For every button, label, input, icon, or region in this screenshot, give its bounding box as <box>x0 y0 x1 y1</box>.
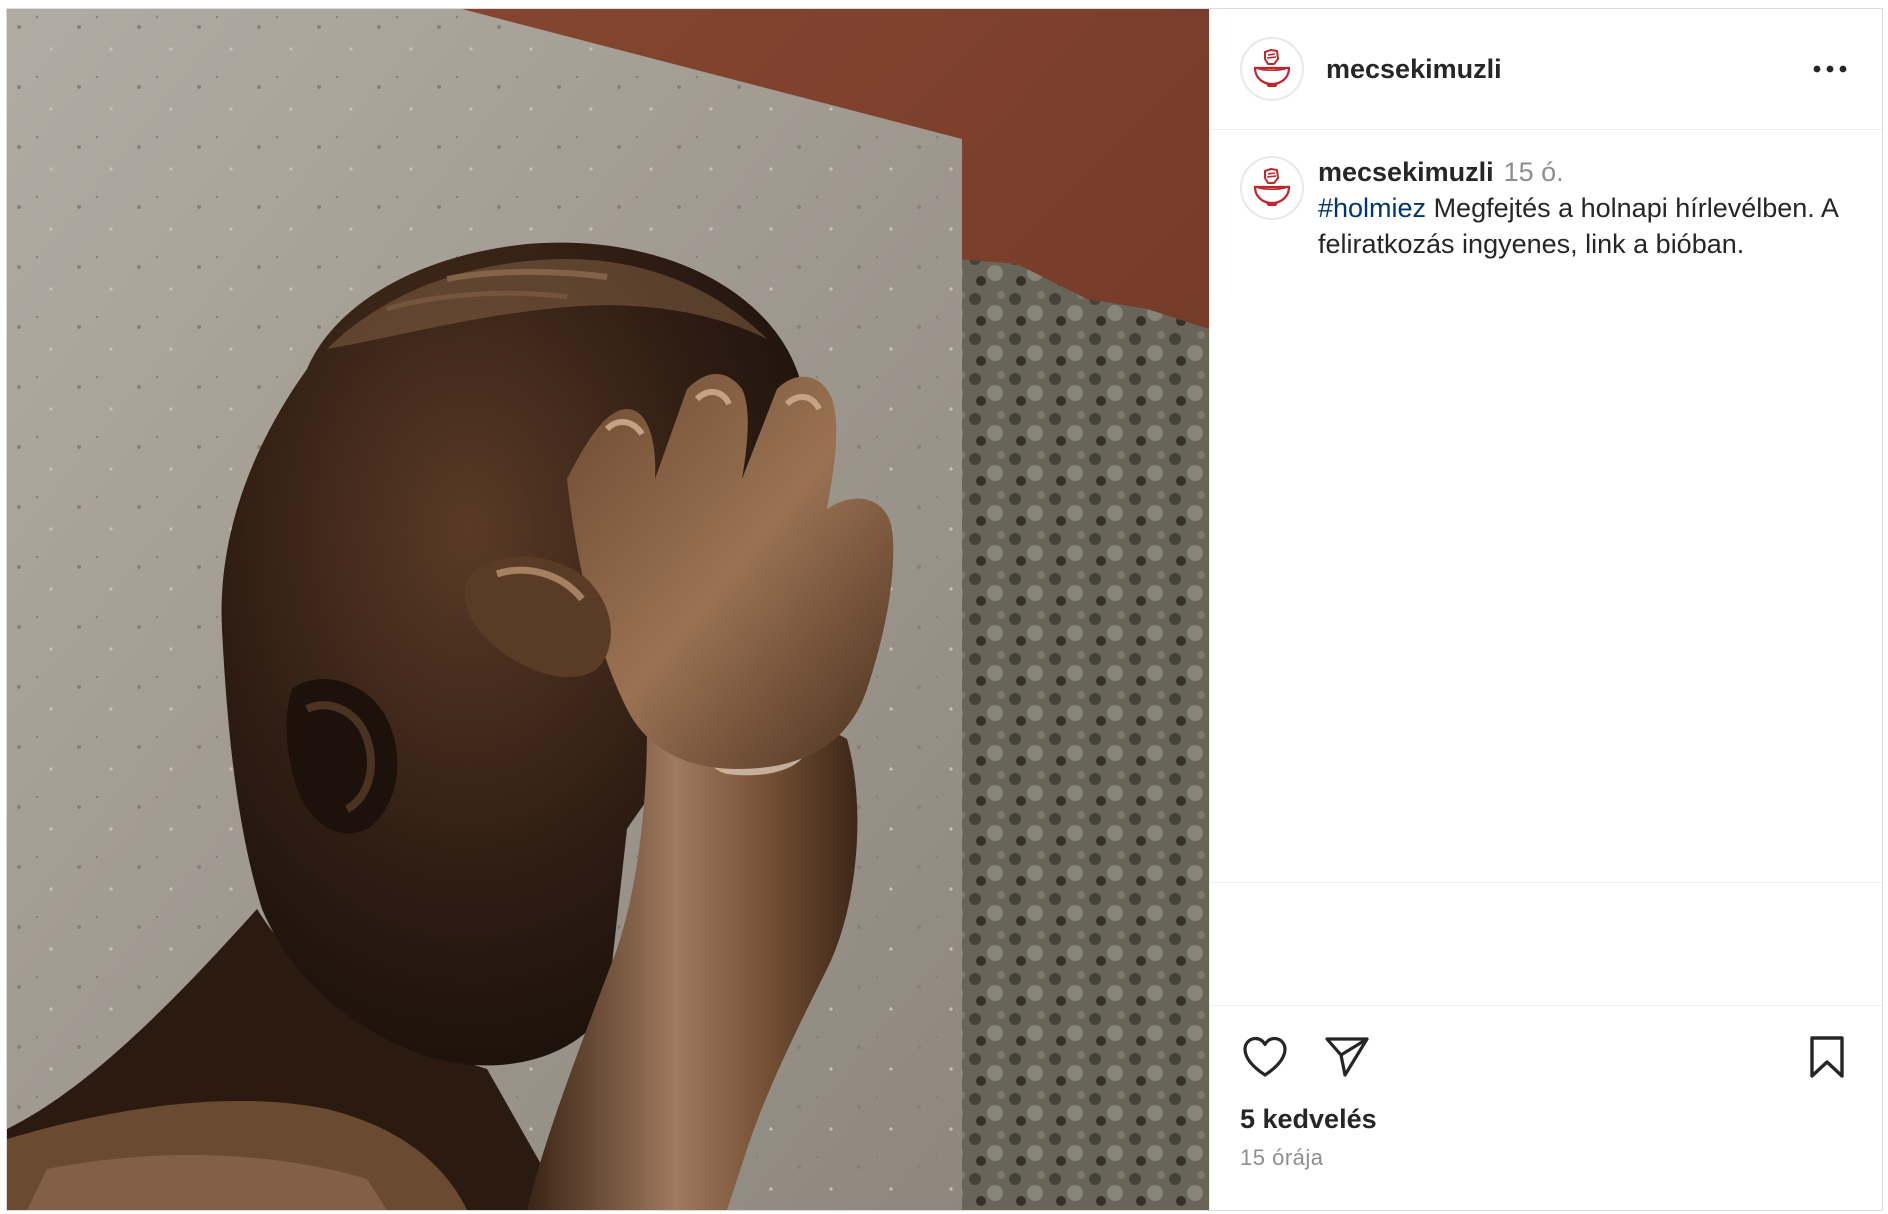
heart-icon <box>1243 1036 1287 1077</box>
caption-section: mecsekimuzli 15 ó. #holmiez Megfejtés a h… <box>1210 130 1882 882</box>
post-image[interactable] <box>7 9 1209 1210</box>
post-side-panel: mecsekimuzli mecsekimuzli 15 ó. #holmiez… <box>1209 9 1882 1210</box>
caption-avatar[interactable] <box>1240 156 1304 220</box>
caption-timestamp[interactable]: 15 ó. <box>1504 157 1564 187</box>
save-button[interactable] <box>1802 1032 1852 1082</box>
header-username[interactable]: mecsekimuzli <box>1326 54 1808 85</box>
caption-text: mecsekimuzli 15 ó. #holmiez Megfejtés a h… <box>1318 154 1838 262</box>
post-actions: 5 kedvelés 15 órája <box>1210 1005 1882 1210</box>
caption-username[interactable]: mecsekimuzli <box>1318 157 1494 187</box>
soup-bowl-logo-icon <box>1253 168 1291 206</box>
profile-avatar[interactable] <box>1240 37 1304 101</box>
share-button[interactable] <box>1322 1032 1372 1082</box>
post-header: mecsekimuzli <box>1210 9 1882 130</box>
comments-area <box>1210 882 1882 1005</box>
hashtag-link[interactable]: #holmiez <box>1318 193 1426 223</box>
statue-photo <box>7 9 1209 1210</box>
more-options-button[interactable] <box>1808 47 1852 91</box>
like-button[interactable] <box>1240 1032 1290 1082</box>
post-timestamp[interactable]: 15 órája <box>1240 1145 1852 1171</box>
more-options-icon <box>1813 65 1847 73</box>
likes-count[interactable]: 5 kedvelés <box>1240 1104 1852 1135</box>
bookmark-icon <box>1810 1036 1844 1078</box>
post-dialog: mecsekimuzli mecsekimuzli 15 ó. #holmiez… <box>6 8 1883 1211</box>
soup-bowl-logo-icon <box>1253 49 1291 87</box>
paper-plane-icon <box>1325 1037 1369 1077</box>
action-bar <box>1240 1032 1852 1082</box>
